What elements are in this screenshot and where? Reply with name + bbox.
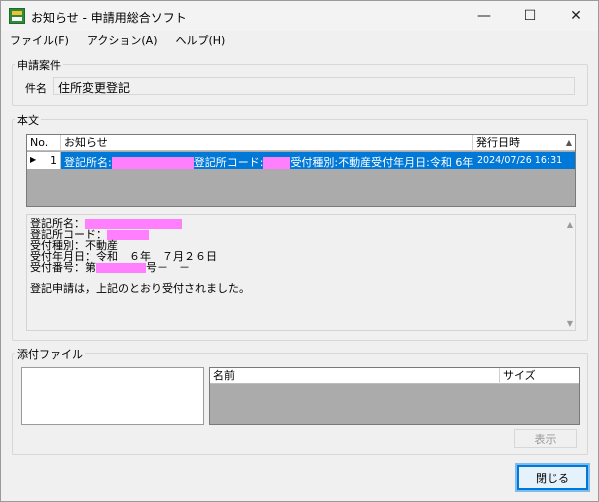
column-header-name[interactable]: 名前	[210, 368, 500, 384]
scroll-down-icon[interactable]: ▼	[567, 318, 573, 329]
close-button[interactable]: 閉じる	[517, 465, 588, 490]
body-line-message: 登記申請は，上記のとおり受付されました。	[30, 282, 250, 295]
application-group-title: 申請案件	[15, 57, 63, 73]
attachment-grid-header: 名前 サイズ	[210, 368, 579, 384]
body-number-suffix: 号－ －	[146, 261, 190, 274]
row-message: 登記所名: 登記所コード: 受付種別:不動産受付年月日:令和 6年…	[64, 154, 474, 170]
scroll-up-icon[interactable]: ▲	[567, 219, 573, 230]
menu-file[interactable]: ファイル(F)	[1, 31, 78, 51]
notice-grid[interactable]: No. お知らせ 発行日時 ▲ ▶ 1 登記所名: 登記所コード: 受付種別:不動産…	[26, 134, 576, 207]
show-button[interactable]: 表示	[514, 429, 577, 448]
row-header: ▶ 1	[27, 152, 61, 169]
redaction-block	[111, 157, 194, 169]
menu-action[interactable]: アクション(A)	[78, 31, 167, 51]
attachment-grid[interactable]: 名前 サイズ	[209, 367, 580, 425]
column-header-no[interactable]: No.	[27, 135, 61, 151]
notice-body[interactable]: 登記所名： 登記所コード： 受付種別：不動産 受付年月日：令和 ６年 ７月２６日…	[26, 214, 576, 331]
redaction-block	[263, 157, 291, 169]
row-message-part3: 受付種別:不動産受付年月日:令和 6年…	[290, 156, 474, 169]
attachment-group-title: 添付ファイル	[15, 346, 85, 362]
attachment-tree[interactable]	[21, 367, 204, 425]
column-header-date[interactable]: 発行日時	[473, 135, 563, 151]
minimize-button[interactable]: —	[461, 1, 507, 31]
subject-label: 件名	[25, 82, 47, 95]
row-message-part1: 登記所名:	[64, 156, 112, 169]
table-row[interactable]: ▶ 1 登記所名: 登記所コード: 受付種別:不動産受付年月日:令和 6年… 202…	[27, 152, 575, 169]
subject-field: 住所変更登記	[53, 77, 575, 95]
redaction-block	[96, 263, 146, 273]
body-line-number: 受付番号：第 号－ －	[30, 262, 190, 273]
row-message-part2: 登記所コード:	[193, 156, 264, 169]
notice-grid-header: No. お知らせ 発行日時 ▲	[27, 135, 575, 151]
title-bar: お知らせ - 申請用総合ソフト — ☐ ✕	[1, 1, 598, 31]
column-header-notice[interactable]: お知らせ	[61, 135, 473, 151]
close-window-button[interactable]: ✕	[553, 1, 599, 31]
notice-window: お知らせ - 申請用総合ソフト — ☐ ✕ ファイル(F) アクション(A) ヘ…	[0, 0, 599, 502]
body-number-label: 受付番号：第	[30, 261, 96, 274]
column-header-size[interactable]: サイズ	[500, 368, 579, 384]
app-icon	[9, 8, 25, 24]
row-number: 1	[50, 154, 57, 167]
menu-help[interactable]: ヘルプ(H)	[166, 31, 234, 51]
sort-up-icon: ▲	[565, 138, 572, 147]
window-title: お知らせ - 申請用総合ソフト	[31, 11, 187, 25]
main-text-group-title: 本文	[15, 112, 41, 128]
row-pointer-icon: ▶	[30, 155, 37, 164]
menu-bar: ファイル(F) アクション(A) ヘルプ(H)	[1, 31, 598, 51]
row-date: 2024/07/26 16:31	[477, 155, 563, 166]
maximize-button[interactable]: ☐	[507, 1, 553, 31]
